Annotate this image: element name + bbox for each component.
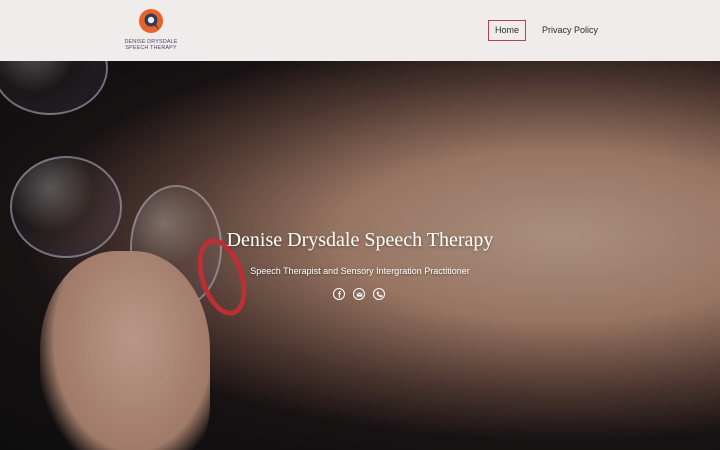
nav-item-home[interactable]: Home	[488, 20, 527, 41]
main-nav: Home Privacy Policy	[488, 20, 604, 41]
speech-bubble-icon	[139, 9, 163, 33]
facebook-icon[interactable]	[333, 288, 345, 300]
site-logo[interactable]: DENISE DRYSDALE SPEECH THERAPY	[122, 8, 180, 54]
social-links	[333, 288, 385, 300]
site-header: DENISE DRYSDALE SPEECH THERAPY Home Priv…	[0, 0, 720, 61]
logo-text: DENISE DRYSDALE SPEECH THERAPY	[122, 39, 180, 51]
email-icon[interactable]	[353, 288, 365, 300]
hero-subtitle: Speech Therapist and Sensory Intergratio…	[250, 266, 470, 276]
logo-line-2: SPEECH THERAPY	[125, 45, 177, 51]
nav-item-privacy-policy[interactable]: Privacy Policy	[536, 20, 604, 41]
hero-overlay	[0, 61, 720, 450]
phone-icon[interactable]	[373, 288, 385, 300]
hero-title: Denise Drysdale Speech Therapy	[226, 229, 494, 251]
hero-banner: Denise Drysdale Speech Therapy Speech Th…	[0, 61, 720, 450]
